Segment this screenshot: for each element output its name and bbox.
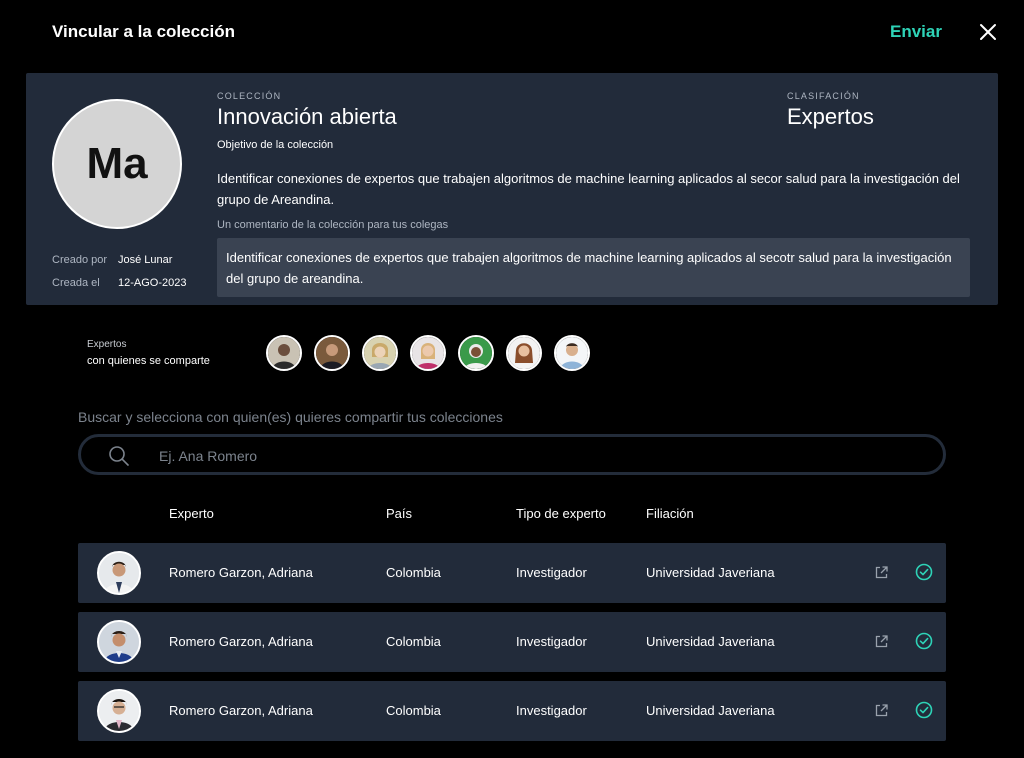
classification-label: CLASIFACIÓN [787,91,860,101]
created-by-label: Creado por [52,254,108,266]
check-circle-icon[interactable] [915,701,933,719]
expert-name: Romero Garzon, Adriana [169,565,313,580]
external-link-icon[interactable] [874,703,889,718]
search-label: Buscar y selecciona con quien(es) quiere… [78,409,503,425]
column-header-type: Tipo de experto [516,506,606,521]
expert-country: Colombia [386,634,441,649]
expert-affiliation: Universidad Javeriana [646,703,775,718]
shared-expert-avatar[interactable] [554,335,590,371]
external-link-icon[interactable] [874,634,889,649]
shared-expert-avatar[interactable] [314,335,350,371]
created-by-value: José Lunar [118,254,173,266]
column-header-country: País [386,506,413,521]
shared-experts-label: Expertos [87,339,127,350]
shared-expert-avatar[interactable] [410,335,446,371]
collection-label: COLECCIÓN [217,91,282,101]
search-box [78,434,946,475]
expert-country: Colombia [386,565,441,580]
shared-expert-avatar[interactable] [506,335,542,371]
objective-label: Objetivo de la colección [217,139,334,151]
expert-avatar [97,551,141,595]
expert-avatar [97,620,141,664]
search-icon [109,446,129,466]
shared-expert-avatar[interactable] [266,335,302,371]
close-button[interactable] [976,20,1000,44]
created-on-value: 12-AGO-2023 [118,277,187,289]
shared-expert-avatar[interactable] [458,335,494,371]
table-row[interactable]: Romero Garzon, Adriana Colombia Investig… [78,612,946,672]
check-circle-icon[interactable] [915,632,933,650]
check-circle-icon[interactable] [915,563,933,581]
send-button[interactable]: Enviar [890,22,942,42]
expert-name: Romero Garzon, Adriana [169,703,313,718]
modal-title: Vincular a la colección [52,22,235,41]
shared-experts-sublabel: con quienes se comparte [87,355,210,367]
external-link-icon[interactable] [874,565,889,580]
comment-label: Un comentario de la colección para tus c… [217,219,449,231]
shared-expert-avatar[interactable] [362,335,398,371]
classification-value: Expertos [787,104,874,129]
collection-card: Ma Creado por José Lunar Creada el 12-AG… [26,73,998,305]
link-to-collection-modal: Vincular a la colección Enviar Ma Creado… [0,0,1024,758]
expert-name: Romero Garzon, Adriana [169,634,313,649]
column-header-expert: Experto [169,506,214,521]
comment-field[interactable]: Identificar conexiones de expertos que t… [217,238,970,297]
expert-affiliation: Universidad Javeriana [646,565,775,580]
expert-type: Investigador [516,634,587,649]
table-row[interactable]: Romero Garzon, Adriana Colombia Investig… [78,681,946,741]
created-on-label: Creada el [52,277,100,289]
expert-country: Colombia [386,703,441,718]
expert-affiliation: Universidad Javeriana [646,634,775,649]
expert-type: Investigador [516,565,587,580]
table-row[interactable]: Romero Garzon, Adriana Colombia Investig… [78,543,946,603]
close-icon [980,24,996,40]
objective-text: Identificar conexiones de expertos que t… [217,171,960,207]
collection-name: Innovación abierta [217,104,397,129]
expert-type: Investigador [516,703,587,718]
collection-initials-avatar: Ma [52,99,182,229]
search-input[interactable] [159,445,919,467]
column-header-affiliation: Filiación [646,506,694,521]
expert-avatar [97,689,141,733]
